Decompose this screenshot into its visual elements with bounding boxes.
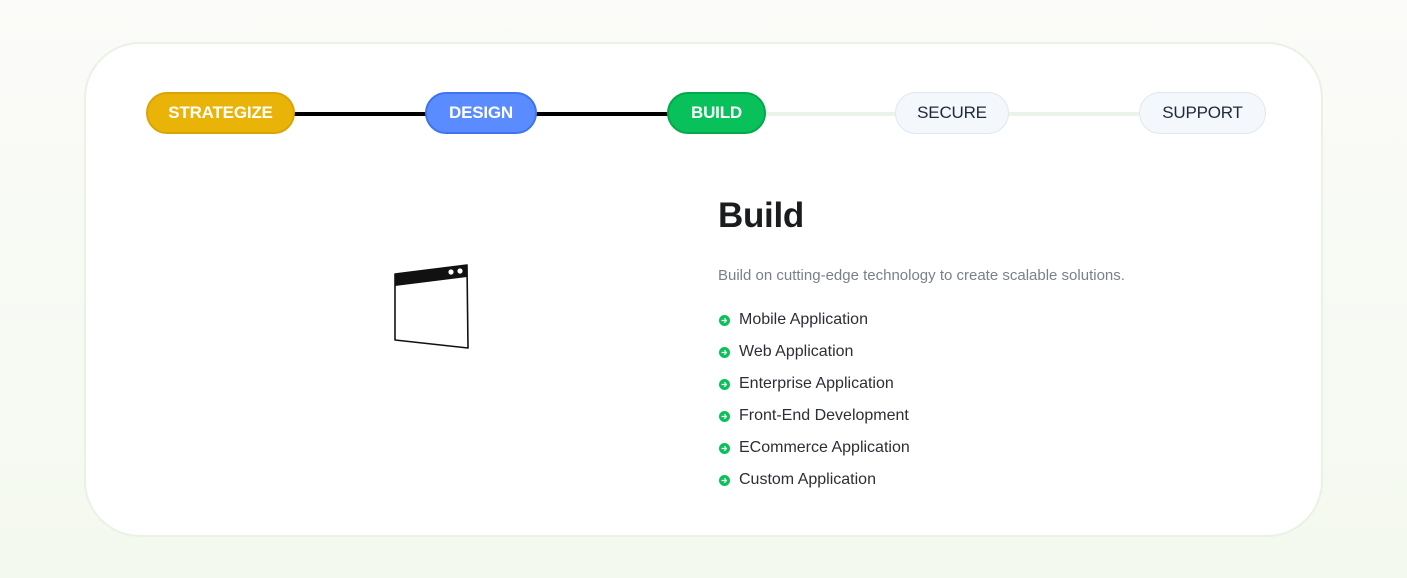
- connector-secure-support: [1007, 112, 1141, 116]
- arrow-circle-icon: [719, 314, 730, 326]
- arrow-circle-icon: [719, 346, 730, 358]
- feature-item: Web Application: [718, 336, 1278, 368]
- feature-item: Enterprise Application: [718, 368, 1278, 400]
- arrow-circle-icon: [719, 378, 730, 390]
- feature-label: Mobile Application: [739, 311, 868, 328]
- feature-label: Custom Application: [739, 471, 876, 488]
- step-detail: Build Build on cutting-edge technology t…: [718, 194, 1278, 496]
- connector-design-build: [535, 112, 669, 116]
- feature-item: Mobile Application: [718, 304, 1278, 336]
- connector-strategize-design: [293, 112, 427, 116]
- section-title: Build: [718, 196, 804, 235]
- arrow-circle-icon: [719, 442, 730, 454]
- feature-item: Front-End Development: [718, 400, 1278, 432]
- step-build[interactable]: BUILD: [667, 92, 766, 134]
- feature-item: Custom Application: [718, 464, 1278, 496]
- feature-label: Front-End Development: [739, 407, 909, 424]
- arrow-circle-icon: [719, 474, 730, 486]
- section-description: Build on cutting-edge technology to crea…: [718, 267, 1125, 284]
- process-card: STRATEGIZE DESIGN BUILD SECURE SUPPORT B…: [84, 42, 1323, 537]
- feature-label: Web Application: [739, 343, 854, 360]
- arrow-circle-icon: [719, 410, 730, 422]
- browser-window-icon: [391, 262, 471, 352]
- feature-item: ECommerce Application: [718, 432, 1278, 464]
- process-stepper: STRATEGIZE DESIGN BUILD SECURE SUPPORT: [86, 44, 1321, 184]
- step-strategize[interactable]: STRATEGIZE: [146, 92, 295, 134]
- connector-build-secure: [764, 112, 897, 116]
- feature-label: ECommerce Application: [739, 439, 910, 456]
- step-secure[interactable]: SECURE: [895, 92, 1009, 134]
- step-support[interactable]: SUPPORT: [1139, 92, 1266, 134]
- feature-label: Enterprise Application: [739, 375, 894, 392]
- feature-list: Mobile Application Web Application Enter…: [718, 304, 1278, 496]
- step-design[interactable]: DESIGN: [425, 92, 537, 134]
